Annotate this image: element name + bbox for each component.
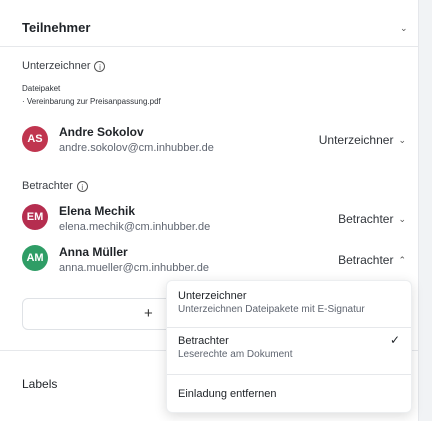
chevron-down-icon: ⌄ (398, 134, 406, 145)
menu-item-signer[interactable]: Unterzeichner Unterzeichnen Dateipakete … (178, 290, 365, 315)
package-file-name: Vereinbarung zur Preisanpassung.pdf (26, 97, 161, 106)
check-icon: ✓ (389, 333, 400, 347)
viewers-label-text: Betrachter (22, 180, 73, 192)
avatar: EM (22, 204, 48, 230)
role-dropdown-menu: Unterzeichner Unterzeichnen Dateipakete … (166, 280, 412, 413)
info-icon[interactable]: i (76, 180, 88, 192)
participant-name: Anna Müller (59, 245, 128, 259)
chevron-up-icon: ⌃ (398, 254, 406, 265)
package-label: Dateipaket (22, 84, 61, 93)
package-item: · Vereinbarung zur Preisanpassung.pdf (22, 97, 161, 106)
participant-email: andre.sokolov@cm.inhubber.de (59, 142, 214, 154)
header-divider (0, 46, 418, 47)
role-label: Betrachter (338, 253, 394, 267)
participant-name: Andre Sokolov (59, 125, 144, 139)
scrollbar[interactable] (418, 0, 432, 421)
info-icon[interactable]: i (94, 60, 106, 72)
section-title: Teilnehmer (22, 20, 91, 35)
menu-item-subtitle: Leserechte am Dokument (178, 349, 293, 360)
menu-item-title: Betrachter (178, 335, 229, 347)
menu-divider (167, 374, 411, 375)
menu-item-subtitle: Unterzeichnen Dateipakete mit E-Signatur (178, 304, 365, 315)
viewers-section-label: Betrachter i (22, 180, 88, 192)
participant-email: anna.mueller@cm.inhubber.de (59, 262, 209, 274)
menu-item-title: Einladung entfernen (178, 388, 277, 400)
participant-name: Elena Mechik (59, 204, 136, 218)
role-label: Betrachter (338, 212, 394, 226)
role-dropdown[interactable]: Betrachter ⌄ (338, 212, 406, 226)
menu-item-viewer[interactable]: Betrachter Leserechte am Dokument ✓ (178, 333, 400, 360)
participant-email: elena.mechik@cm.inhubber.de (59, 221, 211, 233)
role-label: Unterzeichner (318, 133, 394, 147)
signers-label-text: Unterzeichner (22, 60, 91, 72)
labels-title: Labels (22, 377, 58, 391)
participant-row: AM Anna Müller anna.mueller@cm.inhubber.… (22, 245, 410, 275)
participant-row: AS Andre Sokolov andre.sokolov@cm.inhubb… (22, 125, 410, 156)
menu-item-remove-invite[interactable]: Einladung entfernen (178, 388, 276, 400)
participant-row: EM Elena Mechik elena.mechik@cm.inhubber… (22, 204, 410, 234)
menu-divider (167, 327, 411, 328)
role-dropdown[interactable]: Unterzeichner ⌄ (319, 133, 406, 147)
avatar: AS (22, 126, 48, 152)
chevron-down-icon: ⌄ (398, 213, 406, 224)
role-dropdown-open[interactable]: Betrachter ⌃ (338, 253, 406, 267)
signers-section-label: Unterzeichner i (22, 60, 106, 72)
menu-item-title: Unterzeichner (178, 290, 247, 302)
plus-icon: + (144, 305, 153, 322)
collapse-chevron-icon[interactable]: ⌄ (400, 23, 408, 34)
avatar: AM (22, 245, 48, 271)
